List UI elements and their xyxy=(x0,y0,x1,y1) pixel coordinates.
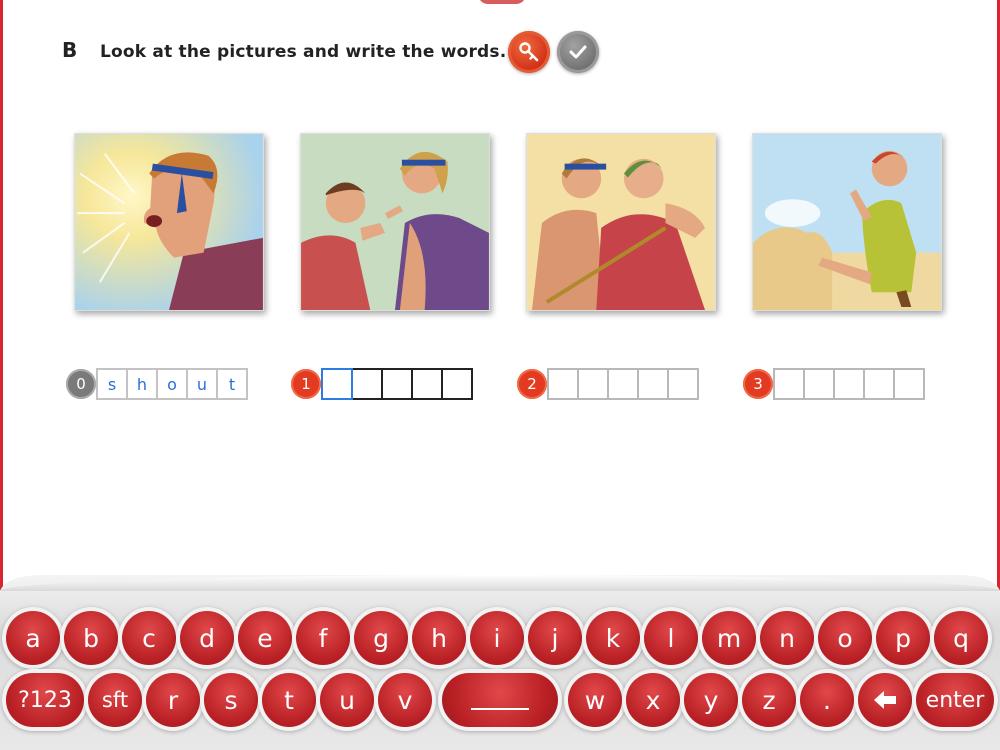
item-number-badge: 0 xyxy=(66,369,96,399)
key-numbers-toggle[interactable]: ?123 xyxy=(6,673,84,727)
check-answers-button[interactable] xyxy=(557,31,599,73)
letter-box[interactable] xyxy=(547,368,579,400)
key-s[interactable]: s xyxy=(204,673,258,727)
letter-box[interactable] xyxy=(863,368,895,400)
key-i[interactable]: i xyxy=(470,611,524,665)
letter-box[interactable] xyxy=(893,368,925,400)
letter-box: o xyxy=(156,368,188,400)
key-q[interactable]: q xyxy=(934,611,988,665)
key-d[interactable]: d xyxy=(180,611,234,665)
key-l[interactable]: l xyxy=(644,611,698,665)
letter-box: h xyxy=(126,368,158,400)
space-bar-line xyxy=(471,708,529,710)
key-backspace[interactable] xyxy=(858,673,912,727)
key-p[interactable]: p xyxy=(876,611,930,665)
answer-key-button[interactable] xyxy=(508,31,550,73)
key-c[interactable]: c xyxy=(122,611,176,665)
key-y[interactable]: y xyxy=(684,673,738,727)
letter-box-active[interactable] xyxy=(321,368,353,400)
item-number-badge: 3 xyxy=(743,369,773,399)
exercise-letter: B xyxy=(62,38,78,62)
key-e[interactable]: e xyxy=(238,611,292,665)
answer-row-3: 3 xyxy=(743,368,925,400)
fighting-boys-picture xyxy=(526,133,716,311)
letter-box[interactable] xyxy=(607,368,639,400)
key-shift[interactable]: sft xyxy=(88,673,142,727)
shouting-boy-picture xyxy=(74,133,264,311)
item-number-badge: 2 xyxy=(517,369,547,399)
letter-box[interactable] xyxy=(667,368,699,400)
key-space[interactable] xyxy=(442,673,558,727)
letter-box[interactable] xyxy=(411,368,443,400)
answer-row-0: 0 s h o u t xyxy=(66,368,248,400)
key-g[interactable]: g xyxy=(354,611,408,665)
worksheet-page: B Look at the pictures and write the wor… xyxy=(0,0,1000,590)
key-z[interactable]: z xyxy=(742,673,796,727)
key-o[interactable]: o xyxy=(818,611,872,665)
key-period[interactable]: . xyxy=(800,673,854,727)
key-k[interactable]: k xyxy=(586,611,640,665)
answer-row-2: 2 xyxy=(517,368,699,400)
key-r[interactable]: r xyxy=(146,673,200,727)
arguing-boys-picture xyxy=(300,133,490,311)
key-t[interactable]: t xyxy=(262,673,316,727)
key-v[interactable]: v xyxy=(378,673,432,727)
key-j[interactable]: j xyxy=(528,611,582,665)
kicking-sandcastle-picture xyxy=(752,133,942,311)
keyboard-row-1: a b c d e f g h i j k l m n o p q xyxy=(6,611,988,665)
item-number-badge: 1 xyxy=(291,369,321,399)
letter-box: s xyxy=(96,368,128,400)
answer-row-1: 1 xyxy=(291,368,473,400)
key-x[interactable]: x xyxy=(626,673,680,727)
letter-box[interactable] xyxy=(381,368,413,400)
letter-box: t xyxy=(216,368,248,400)
page-border-left xyxy=(0,0,3,590)
key-u[interactable]: u xyxy=(320,673,374,727)
key-h[interactable]: h xyxy=(412,611,466,665)
letter-box[interactable] xyxy=(773,368,805,400)
checkmark-icon xyxy=(569,45,587,59)
exercise-instruction: Look at the pictures and write the words… xyxy=(100,42,507,62)
key-icon xyxy=(519,42,539,62)
key-w[interactable]: w xyxy=(568,673,622,727)
key-f[interactable]: f xyxy=(296,611,350,665)
key-m[interactable]: m xyxy=(702,611,756,665)
letter-box[interactable] xyxy=(441,368,473,400)
key-enter[interactable]: enter xyxy=(916,673,994,727)
letter-box: u xyxy=(186,368,218,400)
backspace-arrow-icon xyxy=(874,691,896,709)
letter-box[interactable] xyxy=(577,368,609,400)
letter-box[interactable] xyxy=(803,368,835,400)
key-n[interactable]: n xyxy=(760,611,814,665)
top-notch xyxy=(478,0,526,4)
letter-box[interactable] xyxy=(637,368,669,400)
key-a[interactable]: a xyxy=(6,611,60,665)
letter-box[interactable] xyxy=(351,368,383,400)
key-b[interactable]: b xyxy=(64,611,118,665)
letter-box[interactable] xyxy=(833,368,865,400)
keyboard-row-2: ?123 sft r s t u v w x y z . enter xyxy=(6,673,994,727)
